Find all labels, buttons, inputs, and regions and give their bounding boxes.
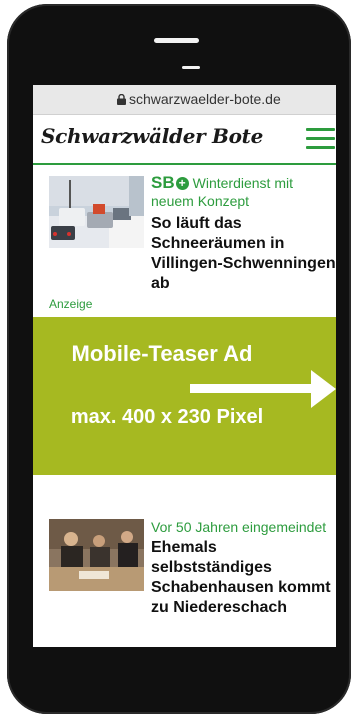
speaker-icon xyxy=(154,38,199,43)
article-thumbnail[interactable] xyxy=(49,519,144,591)
site-header: Schwarzwälder Bote xyxy=(33,115,336,162)
site-logo[interactable]: Schwarzwälder Bote xyxy=(41,124,263,148)
article-kicker: SB + Winterdienst mit neuem Konzept xyxy=(151,174,329,210)
article-headline[interactable]: So läuft das Schneeräumen in Villingen-S… xyxy=(151,214,336,294)
sb-badge: SB xyxy=(151,173,175,192)
headline-line: Schneeräumen in xyxy=(151,235,285,252)
article-kicker: Vor 50 Jahren eingemeindet xyxy=(151,519,327,535)
ad-headline: Mobile-Teaser Ad xyxy=(71,341,253,366)
article-thumbnail[interactable] xyxy=(49,176,144,248)
arrow-right-icon xyxy=(190,384,312,393)
browser-address-bar[interactable]: schwarzwaelder-bote.de xyxy=(33,85,336,115)
ad-label: Anzeige xyxy=(49,297,93,311)
phone-screen: schwarzwaelder-bote.de Schwarzwälder Bot… xyxy=(33,85,336,647)
headline-line: Schabenhausen kommt xyxy=(151,579,331,596)
headline-line: Ehemals selbstständiges xyxy=(151,539,272,576)
headline-line: Villingen-Schwenningen xyxy=(151,255,336,272)
headline-line: zu Niedereschach xyxy=(151,599,288,616)
lock-icon xyxy=(117,94,126,105)
headline-line: ab xyxy=(151,275,170,292)
arrow-head-icon xyxy=(311,370,336,408)
menu-icon[interactable] xyxy=(306,128,335,150)
ad-banner[interactable]: Mobile-Teaser Ad max. 400 x 230 Pixel xyxy=(33,317,336,475)
ad-size-text: max. 400 x 230 Pixel xyxy=(70,406,264,428)
headline-line: So läuft das xyxy=(151,215,242,232)
url-text: schwarzwaelder-bote.de xyxy=(129,91,281,107)
article-headline[interactable]: Ehemals selbstständiges Schabenhausen ko… xyxy=(151,538,336,618)
phone-frame: schwarzwaelder-bote.de Schwarzwälder Bot… xyxy=(7,4,351,714)
header-divider xyxy=(33,163,336,165)
camera-indicator xyxy=(182,66,200,69)
plus-icon: + xyxy=(175,177,189,190)
